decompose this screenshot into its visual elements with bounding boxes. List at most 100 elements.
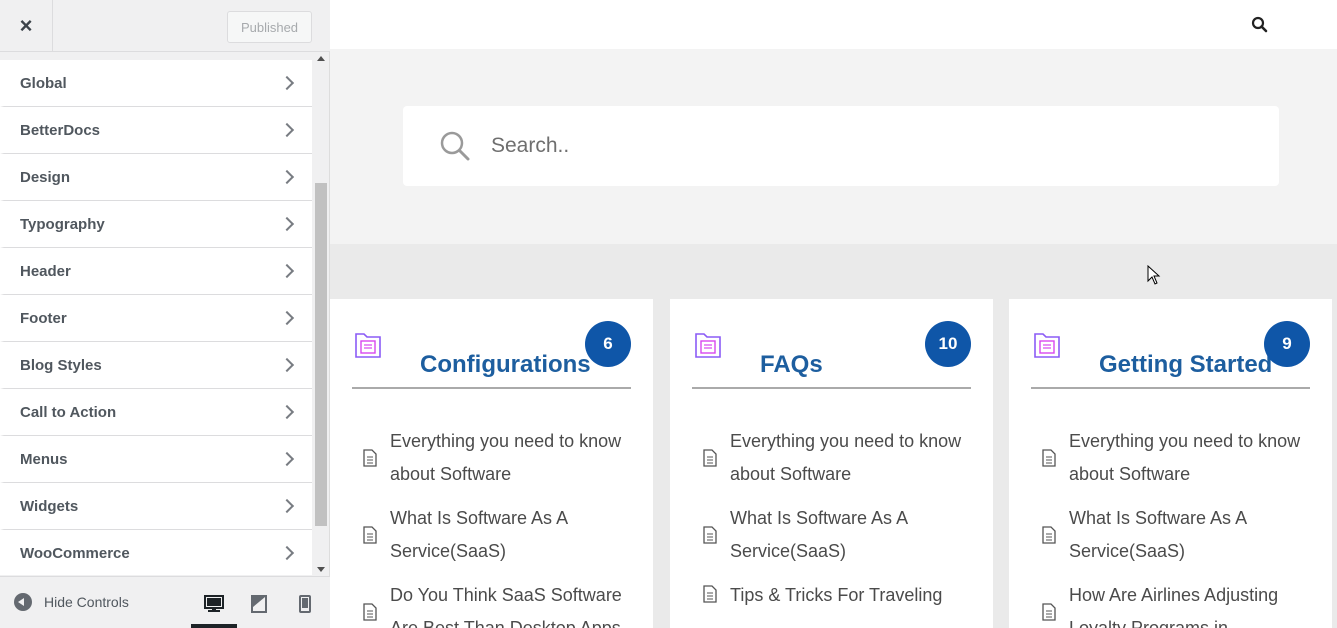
published-button[interactable]: Published bbox=[227, 11, 312, 43]
doc-link[interactable]: Everything you need to know about Softwa… bbox=[730, 425, 972, 491]
chevron-right-icon bbox=[279, 451, 295, 467]
sidebar-header: × Published bbox=[0, 0, 330, 52]
panel-item-call-to-action[interactable]: Call to Action bbox=[0, 389, 312, 436]
doc-list: Everything you need to know about Softwa… bbox=[362, 425, 632, 628]
doc-list-item[interactable]: Everything you need to know about Softwa… bbox=[702, 425, 972, 491]
mobile-icon bbox=[299, 595, 311, 613]
doc-count-badge: 10 bbox=[925, 321, 971, 367]
doc-link[interactable]: What Is Software As A Service(SaaS) bbox=[730, 502, 972, 568]
document-icon bbox=[703, 585, 717, 603]
site-preview: Search.. Configurations 6 Everything you… bbox=[330, 0, 1337, 628]
customizer-sidebar: × Published Global BetterDocs Design Typ… bbox=[0, 0, 330, 628]
panel-item-label: BetterDocs bbox=[20, 121, 101, 139]
document-icon bbox=[363, 526, 377, 544]
panel-item-header[interactable]: Header bbox=[0, 248, 312, 295]
chevron-right-icon bbox=[279, 498, 295, 514]
doc-link[interactable]: Everything you need to know about Softwa… bbox=[390, 425, 632, 491]
chevron-right-icon bbox=[279, 545, 295, 561]
doc-count-badge: 6 bbox=[585, 321, 631, 367]
sidebar-scrollbar[interactable] bbox=[313, 52, 329, 576]
chevron-right-icon bbox=[279, 122, 295, 138]
doc-list-item[interactable]: Do You Think SaaS Software Are Best Than… bbox=[362, 579, 632, 628]
card-header: FAQs 10 bbox=[692, 321, 971, 389]
chevron-right-icon bbox=[279, 263, 295, 279]
desktop-icon bbox=[204, 595, 224, 612]
doc-link[interactable]: Tips & Tricks For Traveling bbox=[730, 579, 942, 612]
chevron-right-icon bbox=[279, 404, 295, 420]
document-icon bbox=[363, 603, 377, 621]
panel-item-label: Call to Action bbox=[20, 403, 117, 421]
collapse-arrow-icon bbox=[14, 593, 32, 611]
card-title[interactable]: Configurations bbox=[420, 351, 591, 379]
chevron-right-icon bbox=[279, 310, 295, 326]
doc-link[interactable]: What Is Software As A Service(SaaS) bbox=[390, 502, 632, 568]
search-icon[interactable] bbox=[1251, 16, 1268, 33]
panel-item-label: Design bbox=[20, 168, 71, 186]
mobile-preview-button[interactable] bbox=[292, 591, 318, 617]
hide-controls-button[interactable]: Hide Controls bbox=[14, 593, 129, 611]
panel-item-label: Menus bbox=[20, 450, 68, 468]
search-placeholder: Search.. bbox=[491, 134, 570, 157]
panel-item-label: Widgets bbox=[20, 497, 79, 515]
panel-item-widgets[interactable]: Widgets bbox=[0, 483, 312, 530]
folder-doc-icon bbox=[1034, 333, 1060, 358]
doc-list-item[interactable]: How Are Airlines Adjusting Loyalty Progr… bbox=[1041, 579, 1311, 628]
category-card-configurations: Configurations 6 Everything you need to … bbox=[330, 299, 653, 628]
document-icon bbox=[703, 449, 717, 467]
docs-search-section: Search.. bbox=[330, 49, 1337, 244]
scrollbar-thumb[interactable] bbox=[315, 183, 327, 526]
active-device-indicator bbox=[191, 624, 237, 628]
document-icon bbox=[363, 449, 377, 467]
panel-item-label: Blog Styles bbox=[20, 356, 102, 374]
chevron-right-icon bbox=[279, 169, 295, 185]
scroll-down-arrow-icon[interactable] bbox=[317, 567, 325, 572]
card-header: Configurations 6 bbox=[352, 321, 631, 389]
tablet-preview-button[interactable] bbox=[246, 591, 272, 617]
doc-list: Everything you need to know about Softwa… bbox=[1041, 425, 1311, 628]
panel-list: Global BetterDocs Design Typography Head… bbox=[0, 60, 312, 575]
doc-list-item[interactable]: Everything you need to know about Softwa… bbox=[1041, 425, 1311, 491]
close-button[interactable]: × bbox=[0, 0, 53, 52]
scroll-up-arrow-icon[interactable] bbox=[317, 56, 325, 61]
desktop-preview-button[interactable] bbox=[201, 591, 227, 617]
doc-list-item[interactable]: What Is Software As A Service(SaaS) bbox=[1041, 502, 1311, 568]
search-icon bbox=[440, 131, 470, 161]
mouse-cursor-icon bbox=[1147, 265, 1161, 285]
panel-item-menus[interactable]: Menus bbox=[0, 436, 312, 483]
site-header bbox=[330, 0, 1337, 49]
chevron-right-icon bbox=[279, 75, 295, 91]
panel-item-footer[interactable]: Footer bbox=[0, 295, 312, 342]
panel-item-design[interactable]: Design bbox=[0, 154, 312, 201]
panel-item-blog-styles[interactable]: Blog Styles bbox=[0, 342, 312, 389]
panel-item-betterdocs[interactable]: BetterDocs bbox=[0, 107, 312, 154]
panel-item-label: Header bbox=[20, 262, 71, 280]
panel-item-global[interactable]: Global bbox=[0, 60, 312, 107]
doc-link[interactable]: Everything you need to know about Softwa… bbox=[1069, 425, 1311, 491]
doc-list-item[interactable]: What Is Software As A Service(SaaS) bbox=[702, 502, 972, 568]
document-icon bbox=[1042, 449, 1056, 467]
doc-list-item[interactable]: Everything you need to know about Softwa… bbox=[362, 425, 632, 491]
panel-item-woocommerce[interactable]: WooCommerce bbox=[0, 530, 312, 575]
chevron-right-icon bbox=[279, 357, 295, 373]
hide-controls-label: Hide Controls bbox=[44, 594, 129, 610]
doc-link[interactable]: What Is Software As A Service(SaaS) bbox=[1069, 502, 1311, 568]
panel-item-typography[interactable]: Typography bbox=[0, 201, 312, 248]
folder-doc-icon bbox=[695, 333, 721, 358]
doc-link[interactable]: Do You Think SaaS Software Are Best Than… bbox=[390, 579, 632, 628]
document-icon bbox=[1042, 603, 1056, 621]
doc-list-item[interactable]: Tips & Tricks For Traveling bbox=[702, 579, 972, 612]
panel-item-label: Footer bbox=[20, 309, 67, 327]
card-title[interactable]: Getting Started bbox=[1099, 351, 1272, 379]
folder-doc-icon bbox=[355, 333, 381, 358]
doc-link[interactable]: How Are Airlines Adjusting Loyalty Progr… bbox=[1069, 579, 1311, 628]
category-card-getting-started: Getting Started 9 Everything you need to… bbox=[1009, 299, 1332, 628]
document-icon bbox=[1042, 526, 1056, 544]
panel-item-label: Global bbox=[20, 74, 67, 92]
card-title[interactable]: FAQs bbox=[760, 351, 823, 379]
panel-item-label: Typography bbox=[20, 215, 105, 233]
document-icon bbox=[703, 526, 717, 544]
doc-list: Everything you need to know about Softwa… bbox=[702, 425, 972, 623]
doc-list-item[interactable]: What Is Software As A Service(SaaS) bbox=[362, 502, 632, 568]
docs-search-input[interactable]: Search.. bbox=[403, 106, 1279, 186]
card-header: Getting Started 9 bbox=[1031, 321, 1310, 389]
